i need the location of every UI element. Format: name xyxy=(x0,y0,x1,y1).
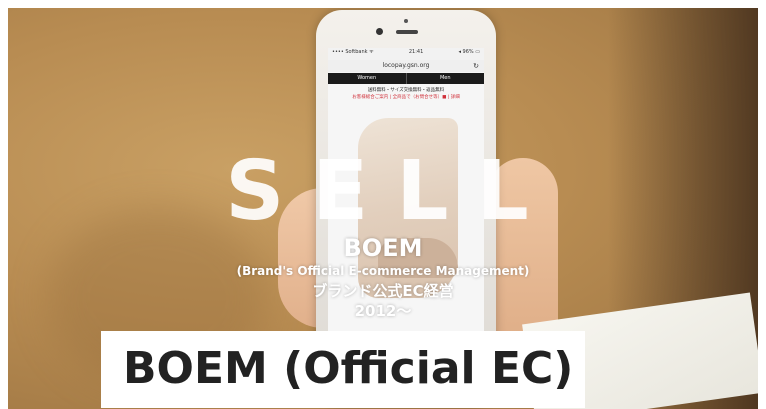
url-text: locopay.gsn.org xyxy=(382,62,430,69)
front-camera-icon xyxy=(376,28,383,35)
overlay-year: 2012〜 xyxy=(354,302,412,320)
red-notice: お客様総合ご案内 | 全商品で（お問合せ等）■ | 詳細 xyxy=(352,95,460,100)
caption-text: BOEM (Official EC) xyxy=(123,343,574,394)
shipping-notice: 送料無料・サイズ交換無料・返品無料 xyxy=(367,88,445,93)
sell-heading: SELL xyxy=(225,144,557,239)
gender-tabs: Women Men xyxy=(328,73,484,84)
overlay-subtitle: (Brand's Official E-commerce Management) xyxy=(236,264,530,278)
status-bar: •••• Softbank ᯤ 21:41 ◂ 96% ▭ xyxy=(328,48,484,60)
address-bar: locopay.gsn.org ↻ xyxy=(328,60,484,72)
reload-icon: ↻ xyxy=(473,62,479,70)
status-time: 21:41 xyxy=(408,49,424,55)
tab-men: Men xyxy=(405,73,484,84)
proximity-sensor xyxy=(404,19,408,23)
tab-women: Women xyxy=(328,73,406,84)
photo-frame: •••• Softbank ᯤ 21:41 ◂ 96% ▭ locopay.gs… xyxy=(8,8,758,409)
overlay-japanese: ブランド公式EC経営 xyxy=(312,282,454,300)
caption-box: BOEM (Official EC) xyxy=(101,331,585,408)
battery-indicator: ◂ 96% ▭ xyxy=(458,49,480,55)
carrier-label: •••• Softbank ᯤ xyxy=(332,49,374,55)
earpiece-speaker xyxy=(396,30,418,34)
overlay-title: BOEM xyxy=(343,234,423,262)
